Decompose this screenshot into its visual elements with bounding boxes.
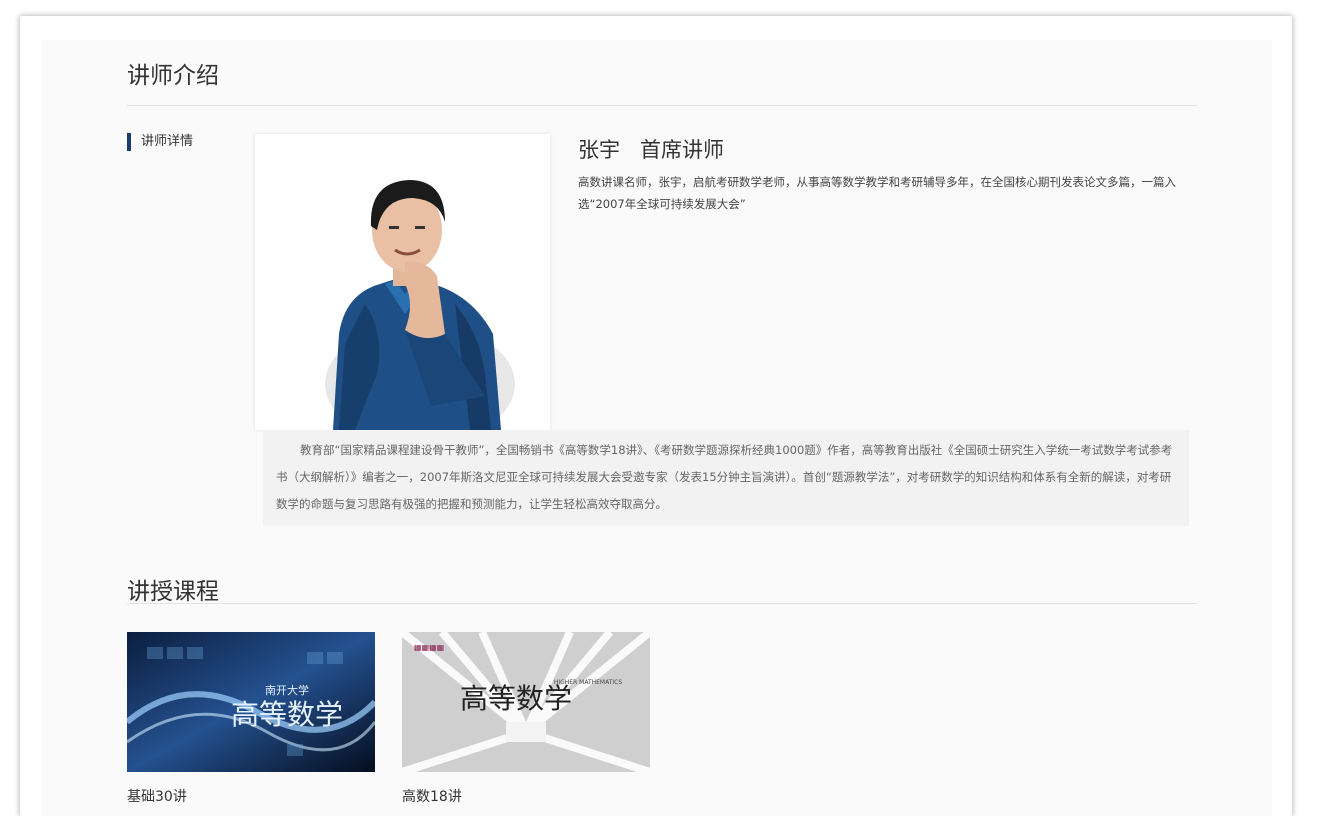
course-thumb-title: 高等数学 [460, 682, 572, 715]
course-label[interactable]: 高数18讲 [402, 786, 650, 806]
teacher-photo [255, 134, 550, 430]
courses-section-title: 讲授课程 [127, 579, 219, 605]
course-thumbnail[interactable]: 南开大学 高等数学 [127, 632, 375, 772]
instructor-section-title: 讲师介绍 [127, 63, 219, 89]
course-thumb-subtitle: 南开大学 [265, 683, 309, 697]
course-thumb-title: 高等数学 [231, 698, 343, 731]
teacher-portrait-image [255, 134, 550, 430]
course-label[interactable]: 基础30讲 [127, 786, 375, 806]
course-card-basic[interactable]: 南开大学 高等数学 基础30讲 [127, 632, 375, 806]
svg-text:▦▦▦▦: ▦▦▦▦ [414, 643, 444, 652]
section-divider [127, 105, 1198, 106]
course-thumbnail[interactable]: ▦▦▦▦ 高等数学 HIGHER MATHEMATICS [402, 632, 650, 772]
teacher-name-title: 张宇 首席讲师 [578, 138, 725, 162]
content-panel: 讲师介绍 讲师详情 张宇 首席讲师 高数讲课名师，张宇，启航考研数学老师，从事高… [42, 40, 1272, 816]
teacher-bio: 教育部“国家精品课程建设骨干教师”，全国畅销书《高等数学18讲》、《考研数学题源… [263, 430, 1189, 526]
tab-instructor-details[interactable]: 讲师详情 [127, 133, 193, 151]
courses-divider [127, 603, 1198, 604]
course-card-advanced[interactable]: ▦▦▦▦ 高等数学 HIGHER MATHEMATICS 高数18讲 [402, 632, 650, 806]
page-frame: 讲师介绍 讲师详情 张宇 首席讲师 高数讲课名师，张宇，启航考研数学老师，从事高… [20, 16, 1292, 816]
course-thumb-subtitle: HIGHER MATHEMATICS [554, 679, 623, 686]
teacher-summary: 高数讲课名师，张宇，启航考研数学老师，从事高等数学教学和考研辅导多年，在全国核心… [578, 175, 1176, 211]
